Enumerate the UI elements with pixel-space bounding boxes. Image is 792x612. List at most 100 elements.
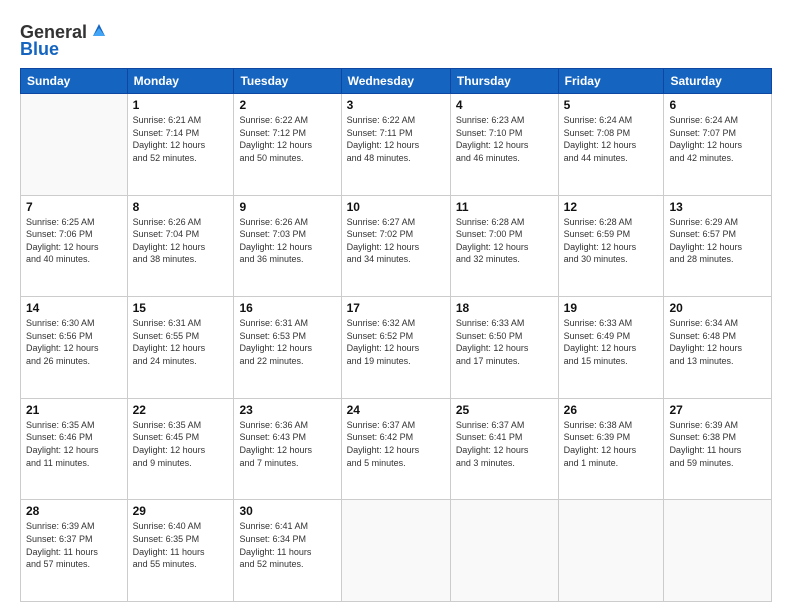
day-number: 14 (26, 301, 122, 315)
day-number: 10 (347, 200, 445, 214)
calendar-cell (341, 500, 450, 602)
day-number: 7 (26, 200, 122, 214)
day-number: 9 (239, 200, 335, 214)
calendar-week-5: 28 Sunrise: 6:39 AM Sunset: 6:37 PM Dayli… (21, 500, 772, 602)
calendar-cell: 6 Sunrise: 6:24 AM Sunset: 7:07 PM Daylig… (664, 94, 772, 196)
day-number: 18 (456, 301, 553, 315)
calendar-cell (664, 500, 772, 602)
calendar-body: 1Sunrise: 6:21 AM Sunset: 7:14 PM Daylig… (21, 94, 772, 602)
calendar-cell: 17 Sunrise: 6:32 AM Sunset: 6:52 PM Dayli… (341, 297, 450, 399)
cell-content: Sunrise: 6:33 AM Sunset: 6:50 PM Dayligh… (456, 317, 553, 367)
day-number: 23 (239, 403, 335, 417)
calendar-cell: 15 Sunrise: 6:31 AM Sunset: 6:55 PM Dayli… (127, 297, 234, 399)
day-number: 21 (26, 403, 122, 417)
calendar-cell: 4 Sunrise: 6:23 AM Sunset: 7:10 PM Daylig… (450, 94, 558, 196)
day-number: 8 (133, 200, 229, 214)
calendar-cell: 20 Sunrise: 6:34 AM Sunset: 6:48 PM Dayli… (664, 297, 772, 399)
cell-content: Sunrise: 6:41 AM Sunset: 6:34 PM Dayligh… (239, 520, 335, 570)
day-number: 5 (564, 98, 659, 112)
page: General Blue SundayMondayTuesdayWednesda… (0, 0, 792, 612)
day-number: 29 (133, 504, 229, 518)
day-number: 22 (133, 403, 229, 417)
day-number: 13 (669, 200, 766, 214)
cell-content: Sunrise: 6:39 AM Sunset: 6:37 PM Dayligh… (26, 520, 122, 570)
calendar-cell: 11Sunrise: 6:28 AM Sunset: 7:00 PM Dayli… (450, 195, 558, 297)
cell-content: Sunrise: 6:32 AM Sunset: 6:52 PM Dayligh… (347, 317, 445, 367)
calendar-cell: 28 Sunrise: 6:39 AM Sunset: 6:37 PM Dayli… (21, 500, 128, 602)
calendar-week-2: 7 Sunrise: 6:25 AM Sunset: 7:06 PM Daylig… (21, 195, 772, 297)
calendar-cell: 23 Sunrise: 6:36 AM Sunset: 6:43 PM Dayli… (234, 398, 341, 500)
calendar-header-row: SundayMondayTuesdayWednesdayThursdayFrid… (21, 69, 772, 94)
day-number: 28 (26, 504, 122, 518)
cell-content: Sunrise: 6:38 AM Sunset: 6:39 PM Dayligh… (564, 419, 659, 469)
calendar-cell: 3Sunrise: 6:22 AM Sunset: 7:11 PM Daylig… (341, 94, 450, 196)
calendar-cell: 22 Sunrise: 6:35 AM Sunset: 6:45 PM Dayli… (127, 398, 234, 500)
calendar-cell: 5 Sunrise: 6:24 AM Sunset: 7:08 PM Daylig… (558, 94, 664, 196)
calendar-cell (450, 500, 558, 602)
cell-content: Sunrise: 6:27 AM Sunset: 7:02 PM Dayligh… (347, 216, 445, 266)
cell-content: Sunrise: 6:22 AM Sunset: 7:12 PM Dayligh… (239, 114, 335, 164)
col-header-tuesday: Tuesday (234, 69, 341, 94)
cell-content: Sunrise: 6:36 AM Sunset: 6:43 PM Dayligh… (239, 419, 335, 469)
cell-content: Sunrise: 6:21 AM Sunset: 7:14 PM Dayligh… (133, 114, 229, 164)
day-number: 25 (456, 403, 553, 417)
calendar-cell: 13 Sunrise: 6:29 AM Sunset: 6:57 PM Dayli… (664, 195, 772, 297)
col-header-friday: Friday (558, 69, 664, 94)
day-number: 12 (564, 200, 659, 214)
calendar-week-1: 1Sunrise: 6:21 AM Sunset: 7:14 PM Daylig… (21, 94, 772, 196)
day-number: 27 (669, 403, 766, 417)
cell-content: Sunrise: 6:34 AM Sunset: 6:48 PM Dayligh… (669, 317, 766, 367)
cell-content: Sunrise: 6:35 AM Sunset: 6:45 PM Dayligh… (133, 419, 229, 469)
calendar-cell: 12 Sunrise: 6:28 AM Sunset: 6:59 PM Dayli… (558, 195, 664, 297)
calendar-cell: 30 Sunrise: 6:41 AM Sunset: 6:34 PM Dayli… (234, 500, 341, 602)
cell-content: Sunrise: 6:35 AM Sunset: 6:46 PM Dayligh… (26, 419, 122, 469)
cell-content: Sunrise: 6:29 AM Sunset: 6:57 PM Dayligh… (669, 216, 766, 266)
calendar-cell: 27 Sunrise: 6:39 AM Sunset: 6:38 PM Dayli… (664, 398, 772, 500)
cell-content: Sunrise: 6:30 AM Sunset: 6:56 PM Dayligh… (26, 317, 122, 367)
cell-content: Sunrise: 6:23 AM Sunset: 7:10 PM Dayligh… (456, 114, 553, 164)
day-number: 6 (669, 98, 766, 112)
col-header-thursday: Thursday (450, 69, 558, 94)
cell-content: Sunrise: 6:37 AM Sunset: 6:42 PM Dayligh… (347, 419, 445, 469)
logo-icon (89, 20, 109, 40)
calendar-cell: 25 Sunrise: 6:37 AM Sunset: 6:41 PM Dayli… (450, 398, 558, 500)
cell-content: Sunrise: 6:25 AM Sunset: 7:06 PM Dayligh… (26, 216, 122, 266)
day-number: 3 (347, 98, 445, 112)
logo: General Blue (20, 22, 109, 60)
calendar-cell: 9 Sunrise: 6:26 AM Sunset: 7:03 PM Daylig… (234, 195, 341, 297)
calendar-cell: 24 Sunrise: 6:37 AM Sunset: 6:42 PM Dayli… (341, 398, 450, 500)
calendar-cell: 18 Sunrise: 6:33 AM Sunset: 6:50 PM Dayli… (450, 297, 558, 399)
header: General Blue (20, 18, 772, 60)
day-number: 16 (239, 301, 335, 315)
day-number: 20 (669, 301, 766, 315)
day-number: 11 (456, 200, 553, 214)
cell-content: Sunrise: 6:24 AM Sunset: 7:07 PM Dayligh… (669, 114, 766, 164)
cell-content: Sunrise: 6:24 AM Sunset: 7:08 PM Dayligh… (564, 114, 659, 164)
cell-content: Sunrise: 6:33 AM Sunset: 6:49 PM Dayligh… (564, 317, 659, 367)
calendar-table: SundayMondayTuesdayWednesdayThursdayFrid… (20, 68, 772, 602)
logo-text: General Blue (20, 22, 109, 60)
day-number: 17 (347, 301, 445, 315)
day-number: 26 (564, 403, 659, 417)
calendar-cell: 21 Sunrise: 6:35 AM Sunset: 6:46 PM Dayli… (21, 398, 128, 500)
calendar-cell: 2Sunrise: 6:22 AM Sunset: 7:12 PM Daylig… (234, 94, 341, 196)
cell-content: Sunrise: 6:37 AM Sunset: 6:41 PM Dayligh… (456, 419, 553, 469)
day-number: 15 (133, 301, 229, 315)
cell-content: Sunrise: 6:31 AM Sunset: 6:55 PM Dayligh… (133, 317, 229, 367)
calendar-cell: 19Sunrise: 6:33 AM Sunset: 6:49 PM Dayli… (558, 297, 664, 399)
col-header-monday: Monday (127, 69, 234, 94)
cell-content: Sunrise: 6:28 AM Sunset: 6:59 PM Dayligh… (564, 216, 659, 266)
calendar-cell: 16Sunrise: 6:31 AM Sunset: 6:53 PM Dayli… (234, 297, 341, 399)
day-number: 4 (456, 98, 553, 112)
calendar-cell: 10 Sunrise: 6:27 AM Sunset: 7:02 PM Dayli… (341, 195, 450, 297)
cell-content: Sunrise: 6:26 AM Sunset: 7:03 PM Dayligh… (239, 216, 335, 266)
col-header-saturday: Saturday (664, 69, 772, 94)
calendar-cell (21, 94, 128, 196)
calendar-cell (558, 500, 664, 602)
calendar-cell: 7 Sunrise: 6:25 AM Sunset: 7:06 PM Daylig… (21, 195, 128, 297)
day-number: 24 (347, 403, 445, 417)
day-number: 30 (239, 504, 335, 518)
cell-content: Sunrise: 6:26 AM Sunset: 7:04 PM Dayligh… (133, 216, 229, 266)
cell-content: Sunrise: 6:39 AM Sunset: 6:38 PM Dayligh… (669, 419, 766, 469)
col-header-sunday: Sunday (21, 69, 128, 94)
